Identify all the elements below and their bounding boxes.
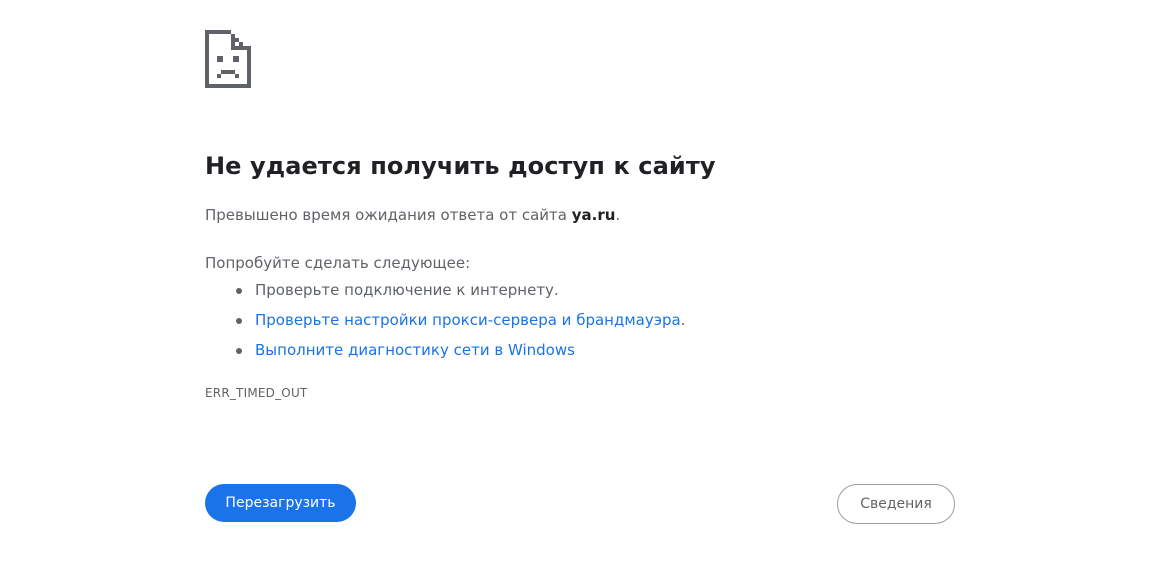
suggestions-list: Проверьте подключение к интернету. Прове…: [205, 279, 965, 361]
network-diagnostics-link[interactable]: Выполните диагностику сети в Windows: [255, 341, 575, 359]
list-item: Проверьте подключение к интернету.: [236, 279, 965, 301]
details-button[interactable]: Сведения: [837, 484, 955, 524]
bullet-icon: [236, 348, 242, 354]
site-name: ya.ru: [571, 206, 616, 224]
page-title: Не удается получить доступ к сайту: [205, 152, 716, 180]
list-item: Выполните диагностику сети в Windows: [236, 339, 965, 361]
reload-button[interactable]: Перезагрузить: [205, 484, 356, 522]
error-message-end: .: [615, 206, 621, 224]
error-page: Не удается получить доступ к сайту Превы…: [0, 0, 1150, 568]
check-connection-text: Проверьте подключение к интернету.: [255, 281, 559, 299]
error-message: Превышено время ожидания ответа от сайта…: [205, 204, 965, 226]
error-message-text: Превышено время ожидания ответа от сайта: [205, 206, 572, 224]
error-content: Не удается получить доступ к сайту Превы…: [205, 30, 965, 402]
error-code: ERR_TIMED_OUT: [205, 386, 308, 400]
bullet-icon: [236, 288, 242, 294]
proxy-firewall-suffix: .: [680, 311, 686, 329]
list-item: Проверьте настройки прокси-сервера и бра…: [236, 309, 965, 331]
suggestions-heading: Попробуйте сделать следующее:: [205, 254, 471, 272]
sad-document-icon: [205, 30, 251, 88]
proxy-firewall-link[interactable]: Проверьте настройки прокси-сервера и бра…: [255, 311, 681, 329]
bullet-icon: [236, 318, 242, 324]
